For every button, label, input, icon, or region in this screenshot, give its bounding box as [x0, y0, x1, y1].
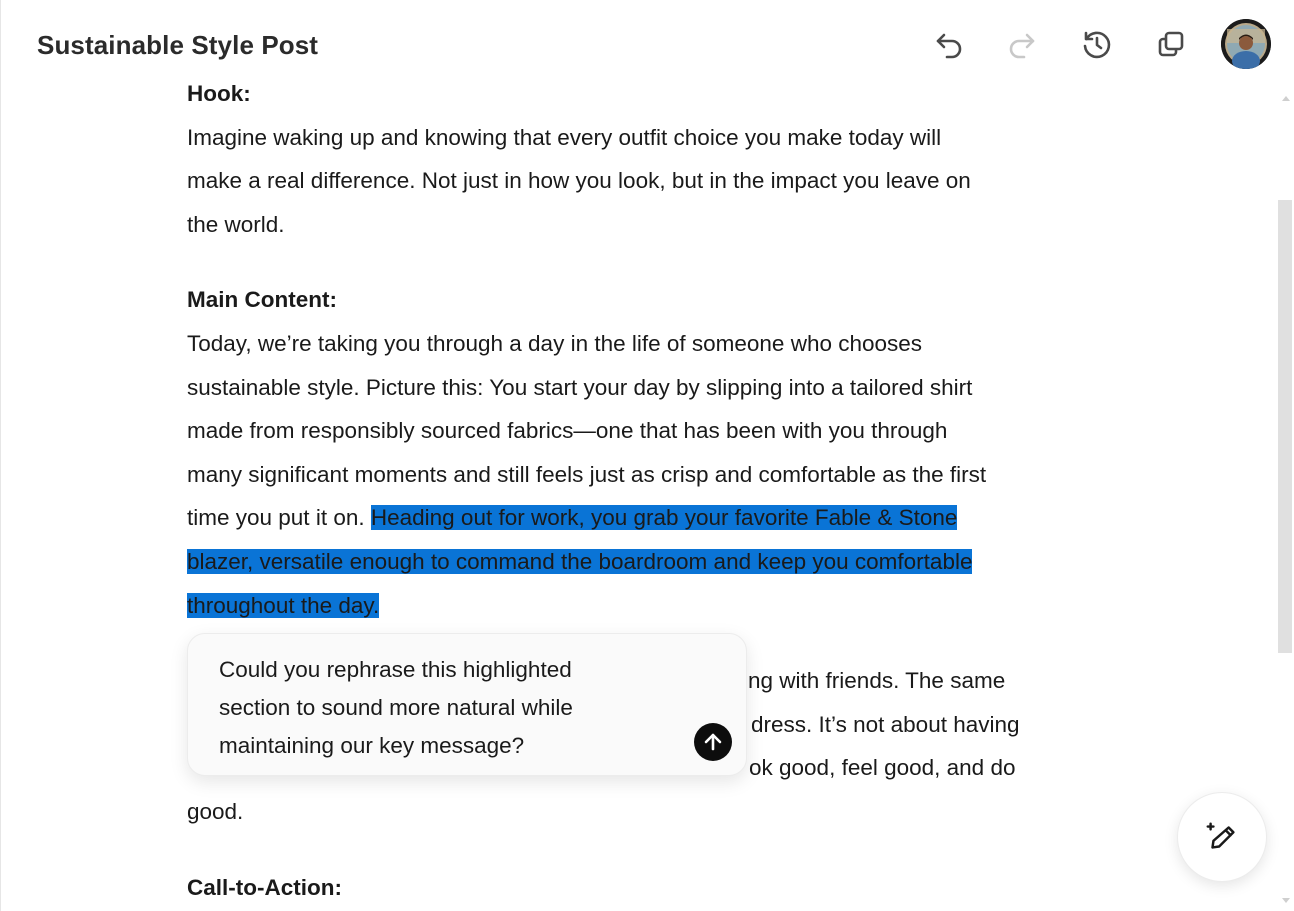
arrow-up-icon	[704, 733, 722, 751]
main-line-3: made from responsibly sourced fabrics—on…	[187, 418, 948, 444]
hook-line-3: the world.	[187, 211, 285, 237]
main-line-5: time you put it on. Heading out for work…	[187, 496, 1077, 540]
app-window: Sustainable Style Post Hook: Imagine wak…	[0, 0, 1294, 911]
undo-icon[interactable]	[931, 26, 967, 62]
prompt-line-2: section to sound more natural while	[219, 695, 573, 720]
document-title: Sustainable Style Post	[37, 30, 319, 60]
prompt-line-1: Could you rephrase this highlighted	[219, 657, 572, 682]
scroll-up-arrow-icon[interactable]	[1282, 96, 1290, 101]
main-content-heading: Main Content:	[187, 287, 337, 313]
document-body[interactable]: Hook: Imagine waking up and knowing that…	[187, 72, 1077, 909]
scroll-down-arrow-icon[interactable]	[1282, 898, 1290, 903]
history-icon[interactable]	[1078, 26, 1114, 62]
main-line-6: blazer, versatile enough to command the …	[187, 540, 1077, 584]
cta-heading: Call-to-Action:	[187, 874, 342, 900]
main-line-5-plain: time you put it on.	[187, 505, 371, 531]
main-line-2: sustainable style. Picture this: You sta…	[187, 374, 973, 400]
rephrase-prompt-popover: Could you rephrase this highlighted sect…	[187, 633, 747, 776]
hook-line-2: make a real difference. Not just in how …	[187, 168, 971, 194]
main-line-4: many significant moments and still feels…	[187, 461, 987, 487]
edit-sparkle-icon	[1206, 822, 1235, 849]
top-bar: Sustainable Style Post	[1, 0, 1294, 84]
redo-icon[interactable]	[1004, 26, 1040, 62]
hook-line-1: Imagine waking up and knowing that every…	[187, 124, 942, 150]
send-button[interactable]	[694, 723, 732, 761]
main-line-7: throughout the day.	[187, 584, 1077, 628]
highlighted-selection[interactable]: blazer, versatile enough to command the …	[187, 548, 973, 574]
prompt-line-3: maintaining our key message?	[219, 733, 525, 758]
highlighted-selection[interactable]: throughout the day.	[187, 592, 380, 618]
copy-icon[interactable]	[1153, 26, 1189, 62]
edit-assist-button[interactable]	[1177, 792, 1267, 882]
prompt-input[interactable]: Could you rephrase this highlighted sect…	[219, 651, 669, 765]
main-line-1: Today, we’re taking you through a day in…	[187, 330, 923, 356]
last-line: good.	[187, 798, 244, 824]
highlighted-selection[interactable]: Heading out for work, you grab your favo…	[370, 505, 958, 531]
scrollbar-thumb[interactable]	[1278, 200, 1292, 653]
user-avatar[interactable]	[1221, 19, 1271, 69]
